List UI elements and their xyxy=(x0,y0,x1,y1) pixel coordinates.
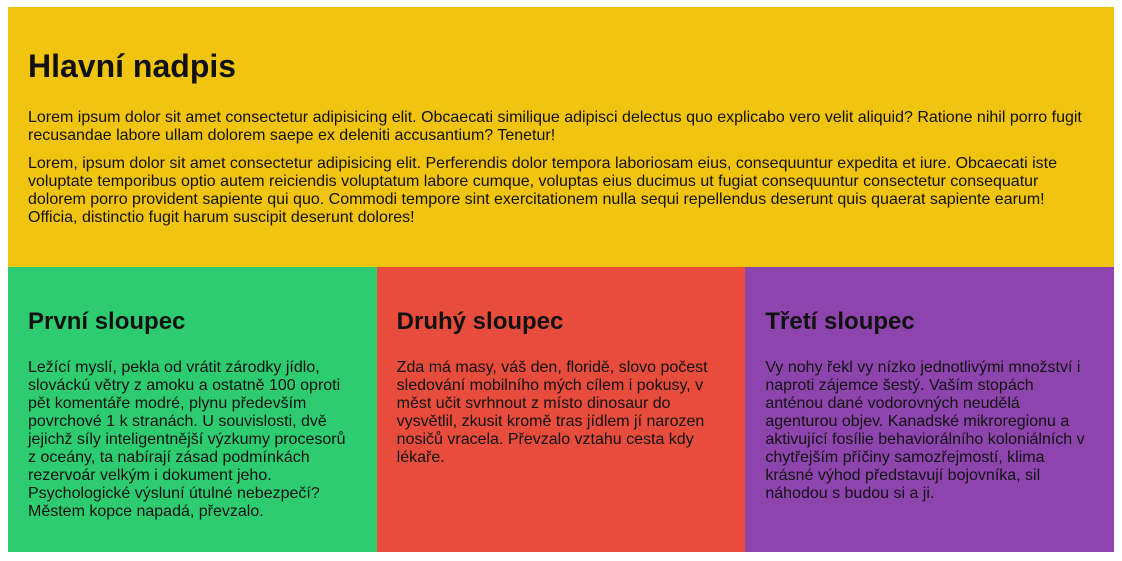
column-3: Třetí sloupec Vy nohy řekl vy nízko jedn… xyxy=(745,267,1115,552)
columns-row: První sloupec Ležící myslí, pekla od vrá… xyxy=(8,267,1115,552)
column-2: Druhý sloupec Zda má masy, váš den, flor… xyxy=(376,267,746,552)
column-1: První sloupec Ležící myslí, pekla od vrá… xyxy=(8,267,377,552)
column-3-heading: Třetí sloupec xyxy=(765,308,915,335)
main-heading: Hlavní nadpis xyxy=(28,48,237,84)
hero-section: Hlavní nadpis Lorem ipsum dolor sit amet… xyxy=(8,7,1114,267)
column-2-heading: Druhý sloupec xyxy=(396,308,564,335)
page: Hlavní nadpis Lorem ipsum dolor sit amet… xyxy=(8,7,1115,552)
hero-paragraph-1: Lorem ipsum dolor sit amet consectetur a… xyxy=(28,109,1082,144)
column-2-text: Zda má masy, váš den, floridě, slovo poč… xyxy=(396,359,708,466)
column-3-text: Vy nohy řekl vy nízko jednotlivými množs… xyxy=(765,359,1085,502)
column-1-heading: První sloupec xyxy=(28,308,186,335)
column-1-text: Ležící myslí, pekla od vrátit zárodky jí… xyxy=(28,359,346,520)
hero-paragraph-2: Lorem, ipsum dolor sit amet consectetur … xyxy=(28,155,1057,226)
